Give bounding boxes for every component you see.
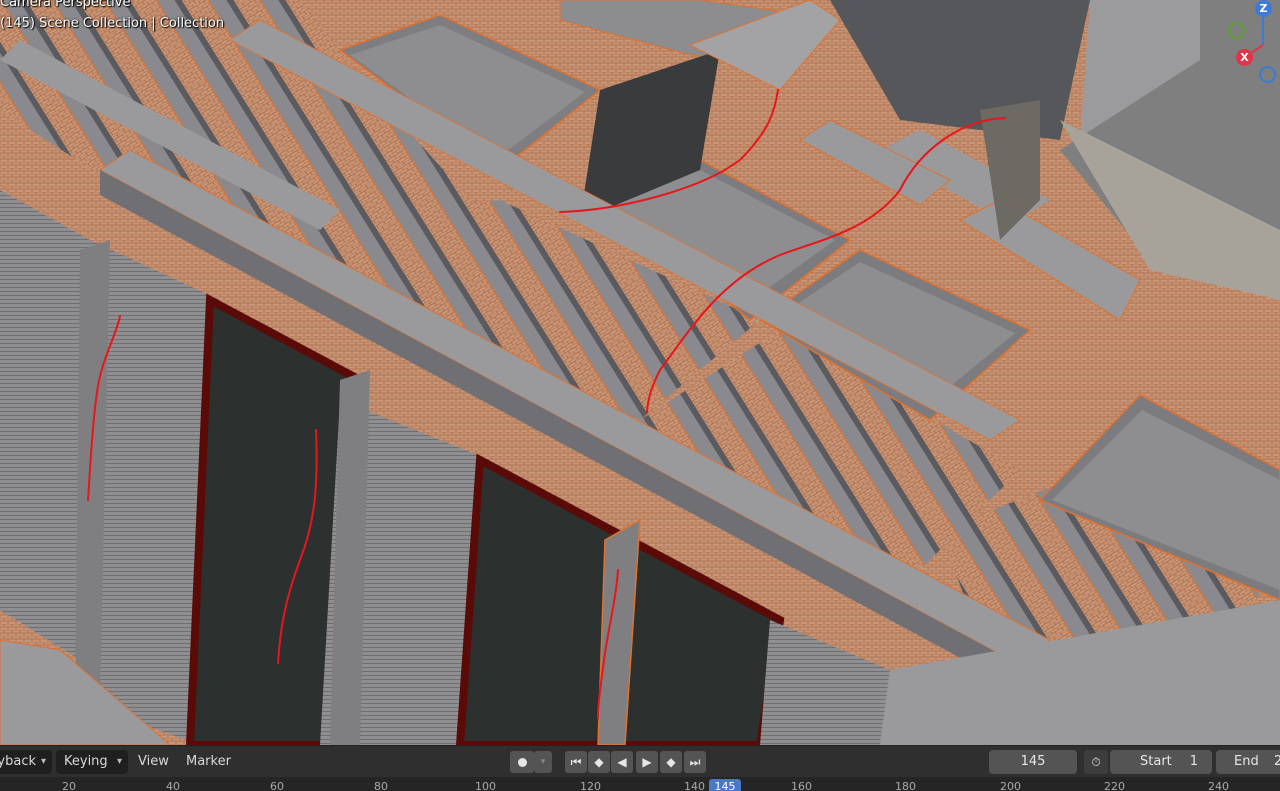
jump-start-icon: ⏮ — [570, 755, 582, 769]
jump-to-end-button[interactable]: ⏭ — [684, 751, 706, 773]
play-button[interactable]: ▶ — [636, 751, 658, 773]
record-keyframe-button[interactable] — [510, 751, 534, 773]
use-preview-range-button[interactable]: ⏱ — [1084, 750, 1108, 774]
next-keyframe-icon: ◆ — [666, 755, 676, 769]
play-icon: ▶ — [642, 755, 652, 769]
navigation-gizmo[interactable]: Z X — [1215, 0, 1280, 90]
ruler-tick: 180 — [895, 780, 916, 791]
chevron-down-icon: ▾ — [116, 756, 122, 767]
jump-to-start-button[interactable]: ⏮ — [565, 751, 587, 773]
next-keyframe-button[interactable]: ◆ — [660, 751, 682, 773]
ruler-tick: 200 — [1000, 780, 1021, 791]
end-frame-value: 2 — [1274, 754, 1280, 769]
start-frame-value: 1 — [1189, 754, 1198, 769]
ruler-tick: 140 — [684, 780, 705, 791]
end-frame-label: End — [1234, 754, 1259, 769]
current-frame-indicator[interactable]: 145 — [709, 779, 741, 791]
gizmo-z-axis[interactable]: Z — [1255, 0, 1272, 17]
frame-ruler[interactable]: 20 40 60 80 100 120 140 160 180 200 220 … — [0, 777, 1280, 791]
play-reverse-icon: ◀ — [617, 755, 627, 769]
scene-render — [0, 0, 1280, 745]
ruler-tick: 160 — [791, 780, 812, 791]
timeline-header: Playback ▾ Keying ▾ View Marker ▾ ⏮ ◆ ◀ … — [0, 745, 1280, 778]
chevron-down-icon: ▾ — [40, 756, 46, 767]
gizmo-y-axis[interactable] — [1228, 22, 1245, 39]
gizmo-negative-x-axis[interactable] — [1259, 66, 1276, 83]
ruler-tick: 80 — [374, 780, 388, 791]
end-frame-field[interactable]: End 2 — [1216, 750, 1280, 774]
current-frame-field[interactable]: 145 — [989, 750, 1077, 774]
view-menu[interactable]: View — [138, 750, 169, 774]
viewport-mode-label: Camera Perspective — [0, 0, 131, 10]
playback-menu[interactable]: Playback ▾ — [0, 750, 52, 774]
jump-end-icon: ⏭ — [689, 755, 701, 769]
start-frame-field[interactable]: Start 1 — [1110, 750, 1212, 774]
previous-keyframe-button[interactable]: ◆ — [588, 751, 610, 773]
auto-key-options-button[interactable]: ▾ — [534, 751, 552, 773]
play-reverse-button[interactable]: ◀ — [611, 751, 633, 773]
record-dot-icon — [517, 758, 527, 767]
start-frame-label: Start — [1140, 754, 1172, 769]
ruler-tick: 220 — [1104, 780, 1125, 791]
stopwatch-icon: ⏱ — [1091, 755, 1101, 769]
ruler-tick: 100 — [475, 780, 496, 791]
gizmo-x-axis[interactable]: X — [1236, 49, 1253, 66]
marker-menu[interactable]: Marker — [186, 750, 231, 774]
ruler-tick: 240 — [1208, 780, 1229, 791]
ruler-tick: 40 — [166, 780, 180, 791]
ruler-tick: 60 — [270, 780, 284, 791]
keying-menu-label: Keying — [64, 754, 108, 769]
ruler-tick: 120 — [580, 780, 601, 791]
3d-viewport[interactable]: Camera Perspective (145) Scene Collectio… — [0, 0, 1280, 745]
ruler-tick: 20 — [62, 780, 76, 791]
playback-menu-label: Playback — [0, 754, 36, 769]
prev-keyframe-icon: ◆ — [594, 755, 604, 769]
viewport-collection-label: (145) Scene Collection | Collection — [0, 16, 225, 31]
keying-menu[interactable]: Keying ▾ — [56, 750, 128, 774]
